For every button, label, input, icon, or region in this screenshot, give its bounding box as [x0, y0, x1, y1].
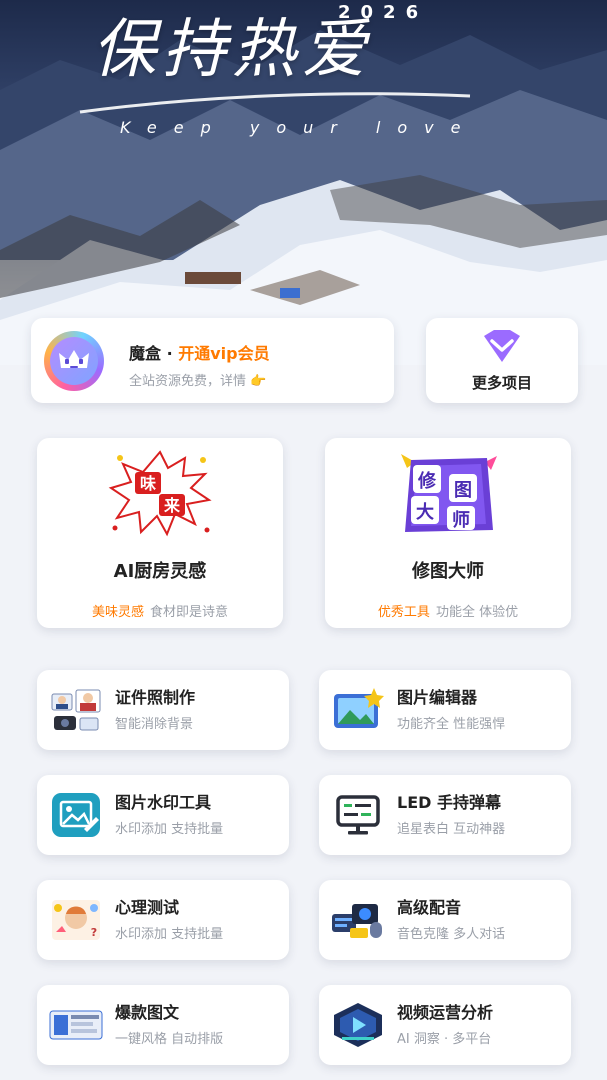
- vip-highlight[interactable]: 开通vip会员: [178, 344, 269, 363]
- more-projects-button[interactable]: 更多项目: [426, 318, 578, 403]
- more-projects-label: 更多项目: [471, 374, 532, 392]
- vip-brand: 魔盒 ·: [129, 344, 179, 363]
- crown-logo-icon: [44, 331, 104, 391]
- vip-membership-card[interactable]: 魔盒 · 开通vip会员 全站资源免费，详情 👉: [31, 318, 394, 403]
- watermark-icon: [52, 793, 100, 837]
- feature-card-photo-master[interactable]: 修 图 大 师 修图大师 优秀工具 功能全 体验优: [325, 438, 571, 628]
- tool-card-image-editor[interactable]: 图片编辑器 功能齐全 性能强悍: [319, 670, 571, 750]
- video-analysis-icon: [334, 1003, 382, 1047]
- svg-text:味: 味: [140, 474, 156, 493]
- svg-text:修: 修: [417, 470, 437, 492]
- tool-title: 高级配音: [397, 898, 462, 917]
- tool-desc: 水印添加 支持批量: [115, 927, 224, 942]
- svg-text:?: ?: [91, 926, 97, 939]
- feature-subtitle: 优秀工具 功能全 体验优: [325, 601, 571, 620]
- led-screen-icon: [336, 795, 380, 835]
- tool-desc: 追星表白 互动神器: [397, 822, 506, 837]
- tool-card-watermark[interactable]: 图片水印工具 水印添加 支持批量: [37, 775, 289, 855]
- tool-desc: 功能齐全 性能强悍: [397, 717, 506, 732]
- tool-desc: AI 洞察 · 多平台: [397, 1032, 492, 1047]
- feature-tag: 美味灵感: [91, 605, 144, 620]
- layout-icon: [49, 1010, 103, 1040]
- tool-card-dubbing[interactable]: 高级配音 音色克隆 多人对话: [319, 880, 571, 960]
- tool-title: 视频运营分析: [397, 1003, 494, 1022]
- feature-tag: 优秀工具: [377, 605, 430, 620]
- tool-card-id-photo[interactable]: 证件照制作 智能消除背景: [37, 670, 289, 750]
- tool-title: 图片水印工具: [115, 793, 212, 812]
- feature-title: AI厨房灵感: [113, 561, 207, 582]
- kitchen-comic-icon: 味 来: [108, 450, 212, 537]
- tool-card-video-analysis[interactable]: 视频运营分析 AI 洞察 · 多平台: [319, 985, 571, 1065]
- vip-description: 全站资源免费，详情 👉: [129, 374, 267, 389]
- tool-desc: 智能消除背景: [115, 717, 194, 732]
- photo-master-badge-icon: 修 图 大 师: [401, 454, 497, 532]
- svg-text:大: 大: [416, 501, 434, 523]
- feature-subtitle: 美味灵感 食材即是诗意: [37, 601, 283, 620]
- chevron-badge-icon: [484, 330, 520, 362]
- tool-card-psych-test[interactable]: ? 心理测试 水印添加 支持批量: [37, 880, 289, 960]
- vip-title: 魔盒 · 开通vip会员: [129, 340, 270, 364]
- image-editor-icon: [334, 688, 384, 728]
- svg-text:图: 图: [454, 480, 472, 501]
- tool-title: 心理测试: [115, 898, 180, 917]
- tool-title: 图片编辑器: [397, 688, 478, 707]
- hero-year: 2026: [338, 2, 429, 23]
- tool-desc: 音色克隆 多人对话: [397, 927, 506, 942]
- tool-desc: 水印添加 支持批量: [115, 822, 224, 837]
- psych-test-icon: ?: [52, 900, 100, 940]
- hero-banner: 保持热爱 2026 Keep your love: [0, 0, 607, 365]
- id-photo-icon: [51, 689, 101, 731]
- tool-title: 证件照制作: [115, 688, 196, 707]
- feature-card-ai-kitchen[interactable]: 味 来 AI厨房灵感 美味灵感 食材即是诗意: [37, 438, 283, 628]
- tool-card-led-danmaku[interactable]: LED 手持弹幕 追星表白 互动神器: [319, 775, 571, 855]
- tool-desc: 一键风格 自动排版: [115, 1032, 224, 1047]
- tool-title: 爆款图文: [115, 1003, 180, 1022]
- hero-subtitle: Keep your love: [120, 118, 478, 137]
- hero-title: 保持热爱: [92, 13, 372, 87]
- feature-desc: 功能全 体验优: [435, 605, 519, 620]
- feature-desc: 食材即是诗意: [150, 605, 229, 620]
- svg-text:来: 来: [163, 496, 181, 515]
- tool-title: LED 手持弹幕: [397, 793, 501, 812]
- svg-text:师: 师: [452, 509, 470, 531]
- tool-card-viral-layout[interactable]: 爆款图文 一键风格 自动排版: [37, 985, 289, 1065]
- feature-title: 修图大师: [412, 561, 484, 582]
- dubbing-icon: [332, 904, 382, 938]
